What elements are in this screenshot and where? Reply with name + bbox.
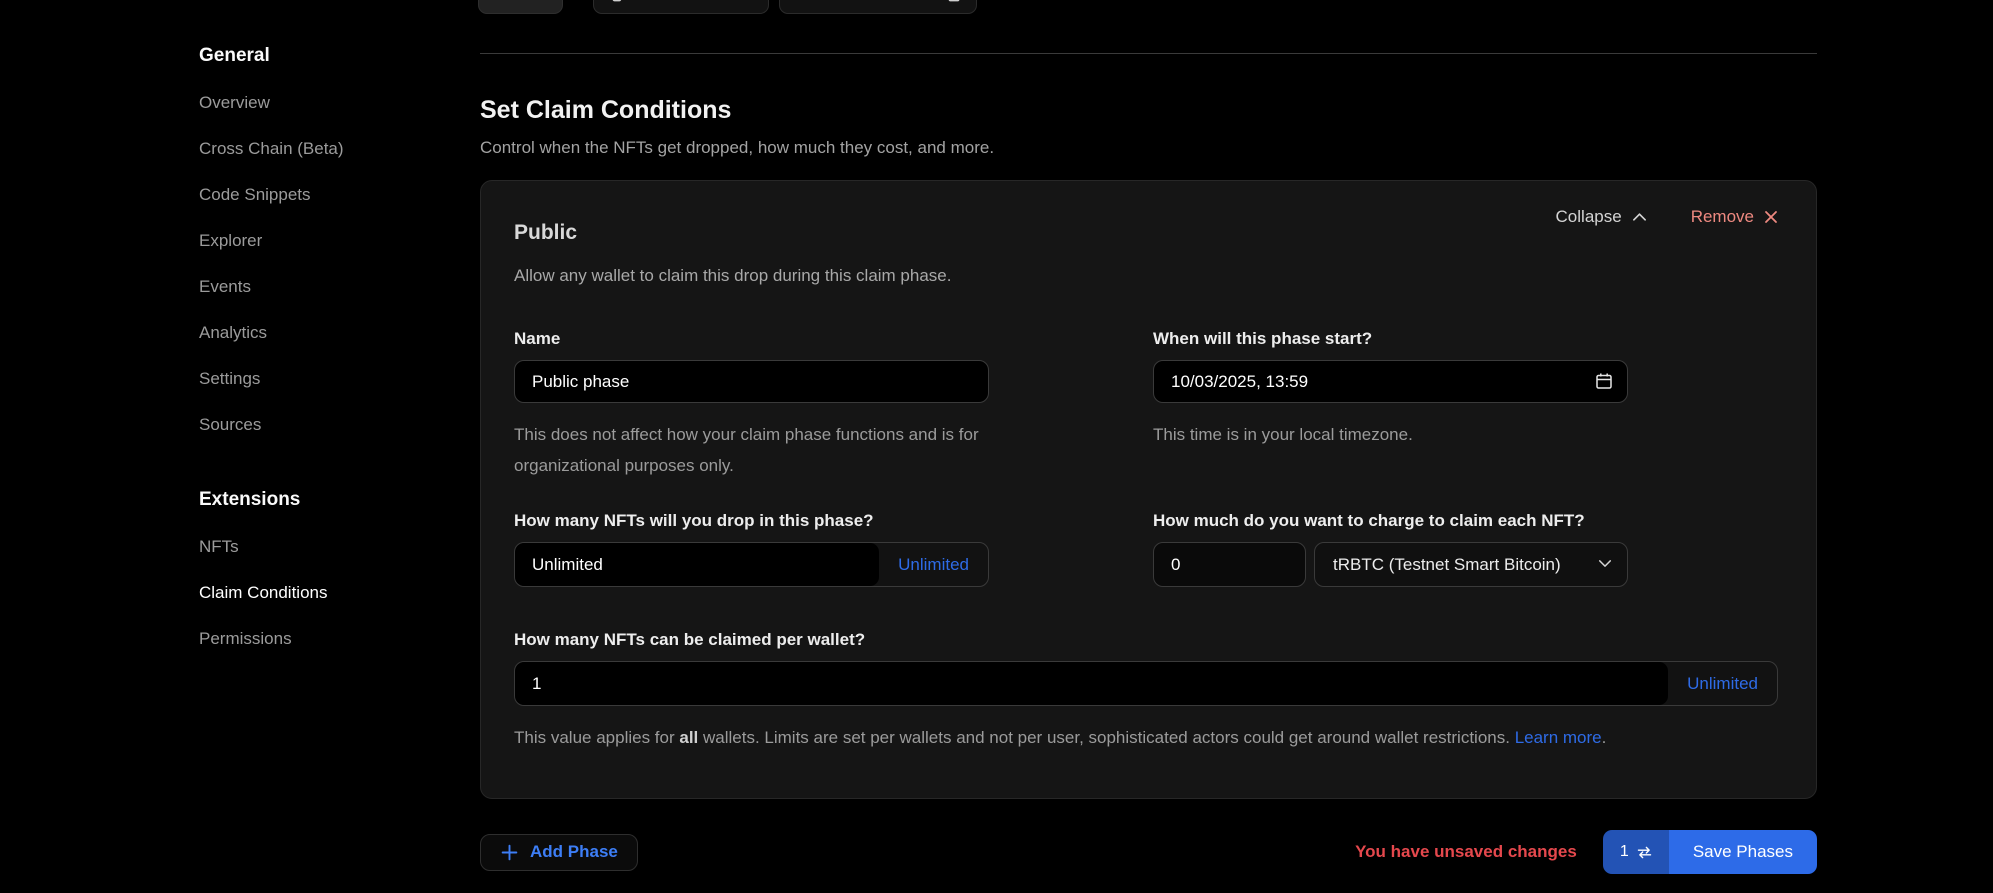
start-helper: This time is in your local timezone. [1153,419,1628,450]
price-label: How much do you want to charge to claim … [1153,510,1628,531]
calendar-icon[interactable] [1595,372,1613,390]
start-label: When will this phase start? [1153,328,1628,349]
name-helper: This does not affect how your claim phas… [514,419,1019,481]
save-split-button: 1 Save Phases [1603,830,1817,874]
per-wallet-helper: This value applies for all wallets. Limi… [514,722,1694,753]
sidebar-item-claim-conditions[interactable]: Claim Conditions [199,583,449,603]
save-phases-button[interactable]: Save Phases [1669,830,1817,874]
learn-more-link[interactable]: Learn more [1515,728,1602,747]
footer-bar: Add Phase You have unsaved changes 1 Sav… [480,829,1817,875]
page-title: Set Claim Conditions [480,95,1817,125]
supply-input[interactable] [515,543,879,586]
add-phase-label: Add Phase [530,842,618,862]
sidebar: General Overview Cross Chain (Beta) Code… [199,44,449,649]
claim-phase-card: Public Allow any wallet to claim this dr… [480,180,1817,799]
sidebar-item-analytics[interactable]: Analytics [199,323,449,343]
price-amount-input[interactable] [1153,542,1306,587]
sidebar-item-settings[interactable]: Settings [199,369,449,389]
phase-name-input[interactable] [514,360,989,403]
name-label: Name [514,328,989,349]
pending-count: 1 [1620,843,1629,861]
supply-unlimited-button[interactable]: Unlimited [879,543,988,586]
page-subtitle: Control when the NFTs get dropped, how m… [480,137,1817,158]
sidebar-section-extensions: Extensions [199,488,449,511]
phase-start-input[interactable] [1153,360,1628,403]
sidebar-item-explorer[interactable]: Explorer [199,231,449,251]
chevron-down-icon [1598,559,1612,568]
per-wallet-input-group: Unlimited [514,661,1778,706]
supply-label: How many NFTs will you drop in this phas… [514,510,989,531]
chevron-up-icon [1632,212,1647,222]
plus-icon [500,843,519,862]
collapse-button[interactable]: Collapse [1556,207,1647,227]
sidebar-item-nfts[interactable]: NFTs [199,537,449,557]
remove-button[interactable]: Remove [1691,207,1778,227]
unsaved-changes-text: You have unsaved changes [1355,842,1577,862]
per-wallet-input[interactable] [515,662,1668,705]
sidebar-item-events[interactable]: Events [199,277,449,297]
supply-input-group: Unlimited [514,542,989,587]
pending-changes-button[interactable]: 1 [1603,830,1669,874]
sidebar-item-permissions[interactable]: Permissions [199,629,449,649]
sidebar-item-code-snippets[interactable]: Code Snippets [199,185,449,205]
currency-select[interactable]: tRBTC (Testnet Smart Bitcoin) [1314,542,1628,587]
close-icon [1764,210,1778,224]
sidebar-item-cross-chain[interactable]: Cross Chain (Beta) [199,139,449,159]
currency-selected-value: tRBTC (Testnet Smart Bitcoin) [1333,555,1561,575]
phase-card-header: Public Allow any wallet to claim this dr… [514,221,951,286]
swap-arrows-icon [1637,846,1652,859]
phase-title: Public [514,221,951,245]
per-wallet-label: How many NFTs can be claimed per wallet? [514,629,1778,650]
collapse-label: Collapse [1556,207,1622,227]
sidebar-section-general: General [199,44,449,67]
add-phase-button[interactable]: Add Phase [480,834,638,871]
per-wallet-unlimited-button[interactable]: Unlimited [1668,662,1777,705]
helper-bold-all: all [679,728,698,747]
sidebar-item-overview[interactable]: Overview [199,93,449,113]
header-divider [480,53,1817,54]
sidebar-item-sources[interactable]: Sources [199,415,449,435]
main-content: Set Claim Conditions Control when the NF… [480,0,1817,875]
remove-label: Remove [1691,207,1754,227]
phase-description: Allow any wallet to claim this drop duri… [514,265,951,286]
